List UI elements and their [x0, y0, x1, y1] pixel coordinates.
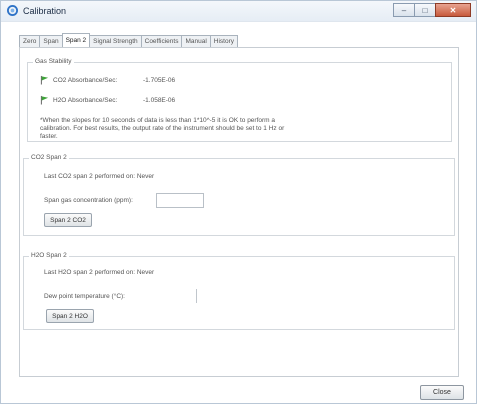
span2-co2-button[interactable]: Span 2 CO2 — [44, 213, 92, 227]
h2o-span2-title: H2O Span 2 — [29, 252, 69, 259]
tab-coefficients[interactable]: Coefficients — [140, 35, 183, 47]
minimize-button[interactable]: – — [393, 3, 415, 17]
window-controls: – □ ✕ — [393, 3, 471, 18]
window-title: Calibration — [23, 6, 67, 16]
h2o-absorbance-value: -1.058E-06 — [143, 96, 176, 104]
tab-span[interactable]: Span — [39, 35, 63, 47]
tab-manual[interactable]: Manual — [181, 35, 211, 47]
co2-concentration-input[interactable] — [156, 193, 204, 208]
gas-stability-group: Gas Stability CO2 Absorbance/Sec: -1.705… — [27, 58, 452, 142]
co2-span2-title: CO2 Span 2 — [29, 154, 69, 161]
co2-last-performed: Last CO2 span 2 performed on: Never — [44, 173, 155, 180]
tab-strip: Zero Span Span 2 Signal Strength Coeffic… — [19, 33, 239, 47]
maximize-button[interactable]: □ — [414, 3, 436, 17]
h2o-span2-group: H2O Span 2 Last H2O span 2 performed on:… — [23, 252, 455, 330]
gas-stability-title: Gas Stability — [33, 58, 74, 65]
tab-span-2[interactable]: Span 2 — [61, 33, 91, 47]
tab-signal-strength[interactable]: Signal Strength — [89, 35, 142, 47]
span2-h2o-button[interactable]: Span 2 H2O — [46, 309, 94, 323]
h2o-absorbance-row: H2O Absorbance/Sec: -1.058E-06 — [40, 95, 175, 105]
dewpoint-label: Dew point temperature (°C): — [44, 293, 125, 300]
green-flag-icon — [40, 95, 49, 105]
calibration-window: Calibration – □ ✕ Zero Span Span 2 Signa… — [0, 0, 477, 404]
green-flag-icon — [40, 75, 49, 85]
close-window-button[interactable]: ✕ — [435, 3, 471, 17]
h2o-absorbance-label: H2O Absorbance/Sec: — [53, 96, 118, 104]
dewpoint-input[interactable] — [196, 289, 197, 303]
h2o-last-performed: Last H2O span 2 performed on: Never — [44, 269, 155, 276]
close-button[interactable]: Close — [420, 385, 464, 400]
co2-span2-group: CO2 Span 2 Last CO2 span 2 performed on:… — [23, 154, 455, 236]
co2-absorbance-label: CO2 Absorbance/Sec: — [53, 76, 118, 84]
stability-note: *When the slopes for 10 seconds of data … — [40, 117, 285, 140]
co2-concentration-label: Span gas concentration (ppm): — [44, 197, 133, 204]
span2-tab-panel: Gas Stability CO2 Absorbance/Sec: -1.705… — [19, 47, 459, 377]
co2-absorbance-value: -1.705E-06 — [143, 76, 176, 84]
tab-history[interactable]: History — [209, 35, 239, 47]
title-bar: Calibration – □ ✕ — [1, 1, 476, 22]
tab-zero[interactable]: Zero — [19, 35, 41, 47]
app-icon — [7, 5, 18, 16]
co2-absorbance-row: CO2 Absorbance/Sec: -1.705E-06 — [40, 75, 175, 85]
